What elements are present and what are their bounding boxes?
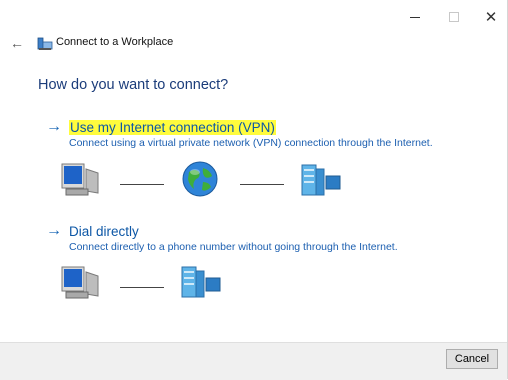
network-folder-icon <box>37 37 53 50</box>
connection-line <box>120 287 164 288</box>
computer-icon <box>61 163 99 196</box>
close-button[interactable]: ✕ <box>474 6 508 28</box>
connect-to-workplace-window: ✕ ← Connect to a Workplace How do you wa… <box>0 0 508 380</box>
option-description-vpn: Connect using a virtual private network … <box>69 137 433 149</box>
page-heading: How do you want to connect? <box>38 77 229 93</box>
arrow-right-icon: → <box>46 118 62 135</box>
maximize-icon <box>449 12 459 22</box>
maximize-button[interactable] <box>437 6 471 28</box>
dialog-footer <box>0 342 507 380</box>
computer-icon <box>61 266 99 299</box>
cancel-button[interactable]: Cancel <box>446 349 498 369</box>
connection-line <box>240 184 284 185</box>
connection-line <box>120 184 164 185</box>
server-icon <box>181 266 221 298</box>
arrow-right-icon: → <box>46 222 62 239</box>
option-title-vpn[interactable]: Use my Internet connection (VPN) <box>69 120 276 136</box>
option-title-dial[interactable]: Dial directly <box>69 224 139 240</box>
back-arrow-button[interactable]: ← <box>10 35 24 51</box>
server-icon <box>301 164 341 196</box>
minimize-icon <box>410 16 420 18</box>
close-icon: ✕ <box>484 9 498 26</box>
minimize-button[interactable] <box>398 6 432 28</box>
window-title: Connect to a Workplace <box>56 36 174 48</box>
option-description-dial: Connect directly to a phone number witho… <box>69 241 398 253</box>
option-title-vpn-text: Use my Internet connection (VPN) <box>69 120 276 135</box>
globe-icon <box>182 161 218 197</box>
